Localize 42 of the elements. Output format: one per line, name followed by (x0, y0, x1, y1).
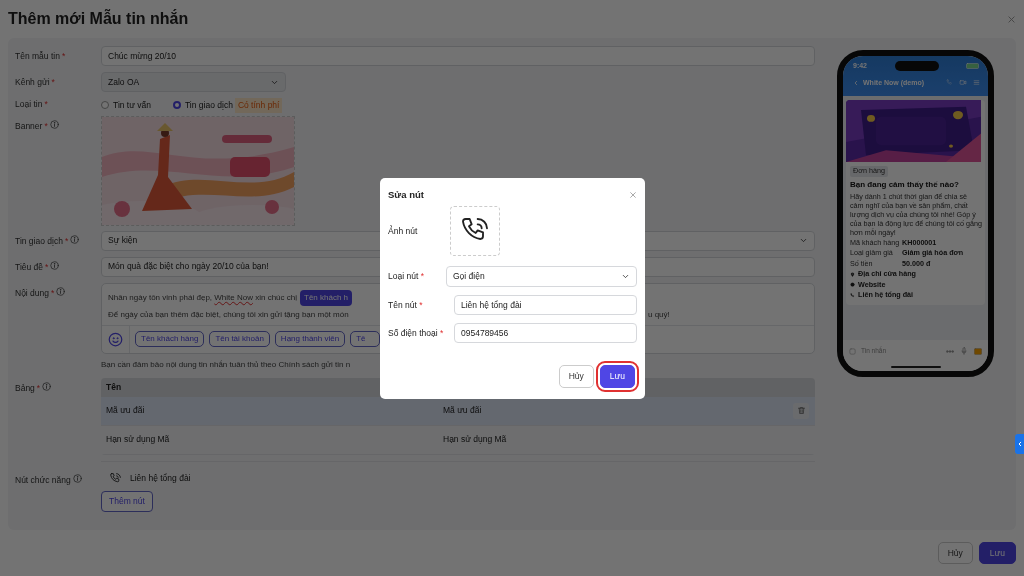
field-label: Kênh gửi (15, 76, 50, 89)
required-mark: * (64, 234, 69, 248)
field-label: Loại nút (388, 271, 420, 282)
table-cell: Mã ưu đãi (443, 405, 482, 416)
column-header: Tên (106, 380, 122, 394)
required-mark: * (51, 286, 55, 300)
field-label: Tin giao dịch (15, 234, 63, 248)
field-label: Tên nút (388, 299, 418, 310)
required-mark: * (420, 271, 424, 282)
field-label: Loại tin (15, 98, 43, 111)
field-label: Tiêu đề (15, 260, 44, 274)
button-name: Liên hệ tổng đài (130, 471, 191, 485)
field-label: Banner (15, 119, 43, 133)
required-mark: * (440, 327, 444, 338)
field-label: Ảnh nút (388, 224, 419, 238)
required-mark: * (45, 260, 49, 274)
content-text: u quý! (648, 309, 671, 322)
table-cell: Hạn sử dụng Mã (106, 434, 170, 445)
table-cell: Mã ưu đãi (106, 405, 145, 416)
select-value: Zalo OA (108, 75, 140, 89)
field-label: Nội dung (15, 286, 50, 300)
card-title: Bạn đang cảm thấy thế nào? (850, 178, 960, 191)
table-cell: Hạn sử dụng Mã (443, 434, 507, 445)
required-mark: * (51, 76, 55, 89)
notice-text: Bạn cần đảm bảo nội dung tin nhắn tuân thủ theo (101, 359, 278, 369)
required-mark: * (36, 381, 41, 395)
field-label: Số điện thoại (388, 327, 439, 338)
dialog-title: Thêm mới Mẫu tin nhắn (8, 9, 189, 29)
required-mark: * (61, 50, 66, 63)
required-mark: * (44, 98, 48, 111)
select-value: Sự kiện (108, 234, 138, 248)
field-label: Nút chức năng (15, 473, 71, 487)
select-value: Gọi điện (453, 270, 485, 284)
variable-tag: Tên khách h (300, 290, 353, 307)
modal-title: Sửa nút (388, 188, 424, 202)
content-text: Để ngày của bạn thêm đặc biệt, chúng tôi xin gửi tặng bạn một món (108, 309, 349, 322)
fee-badge: Có tính phí (234, 98, 283, 113)
field-label: Tên mẫu tin (15, 50, 60, 63)
field-label: Bảng (15, 381, 35, 395)
required-mark: * (44, 119, 48, 133)
required-mark: * (419, 299, 423, 310)
content-text: Nhân ngày tôn vinh phái đẹp, White Now xin chúc chị (108, 292, 298, 305)
